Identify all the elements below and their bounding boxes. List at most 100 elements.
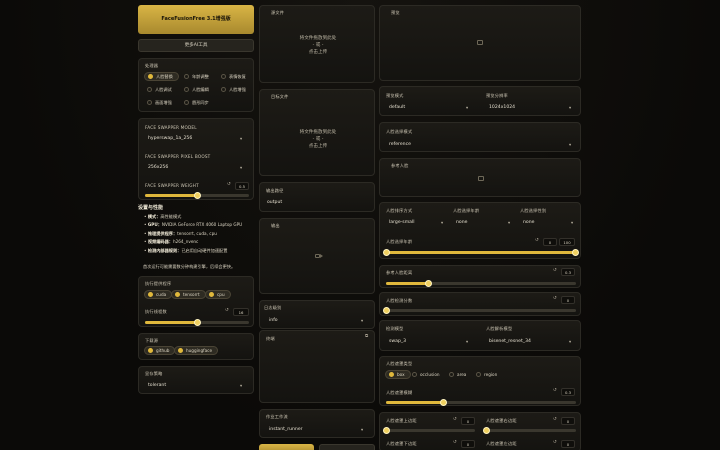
reset-icon[interactable]: ↺ [453, 440, 457, 445]
checkbox-label: 人脸替换 [156, 73, 173, 79]
swapper-weight-slider[interactable] [145, 192, 249, 199]
reset-icon[interactable]: ↺ [227, 182, 231, 187]
chevron-down-icon[interactable]: ▾ [569, 339, 571, 344]
chevron-down-icon[interactable]: ▾ [508, 220, 510, 225]
checkbox-人脸编辑[interactable]: 人脸编辑 [181, 85, 214, 94]
reset-icon[interactable]: ↺ [553, 417, 557, 422]
padding-bottom-input[interactable]: 0 [461, 440, 475, 448]
settings-key: 视频编码器： [147, 239, 173, 245]
parser-model-select[interactable]: bisenet_resnet_34 [489, 339, 531, 344]
checkbox-tensorrt[interactable]: tensorrt [171, 290, 206, 299]
image-icon [478, 176, 484, 181]
target-dropzone[interactable]: 将文件拖放到此处 - 或 - 点击上传 [260, 129, 376, 150]
swapper-weight-input[interactable]: 0.5 [235, 182, 249, 190]
mask-blur-slider[interactable] [386, 399, 576, 406]
padding-right-slider[interactable] [483, 427, 576, 434]
chevron-down-icon[interactable]: ▾ [441, 220, 443, 225]
checkbox-人脸增强[interactable]: 人脸增强 [218, 85, 251, 94]
checkbox-label: area [457, 372, 467, 377]
reset-icon[interactable]: ↺ [535, 238, 539, 243]
preview-mode-select[interactable]: default [389, 105, 405, 110]
swapper-boost-select[interactable]: 256x256 [148, 165, 168, 170]
chevron-down-icon[interactable]: ▾ [466, 339, 468, 344]
chevron-down-icon[interactable]: ▾ [240, 383, 242, 388]
source-upload[interactable]: 源文件 将文件拖放到此处 - 或 - 点击上传 [259, 5, 375, 83]
ref-distance-slider[interactable] [386, 280, 576, 287]
ref-distance-input[interactable]: 0.3 [561, 268, 575, 276]
clear-button[interactable] [319, 444, 375, 450]
selector-mode-select[interactable]: reference [389, 142, 411, 147]
target-upload[interactable]: 目标文件 将文件拖放到此处 - 或 - 点击上传 [259, 89, 375, 176]
checkbox-huggingface[interactable]: huggingface [174, 346, 219, 355]
chevron-down-icon[interactable]: ▾ [571, 220, 573, 225]
reset-icon[interactable]: ↺ [553, 296, 557, 301]
detector-score-slider[interactable] [383, 307, 576, 314]
target-click-text[interactable]: 点击上传 [260, 143, 376, 150]
sort-order-select[interactable]: large-small [389, 220, 415, 225]
checkbox-box[interactable]: box [385, 370, 411, 379]
age-min-input[interactable]: 0 [543, 238, 557, 246]
log-level-select[interactable]: info [269, 318, 278, 323]
checkbox-cpu[interactable]: cpu [205, 290, 231, 299]
settings-key: 推理提供程序： [147, 230, 178, 236]
source-dropzone[interactable]: 将文件拖放到此处 - 或 - 点击上传 [260, 35, 376, 56]
checkbox-年龄调整[interactable]: 年龄调整 [181, 72, 214, 81]
checkbox-label: region [484, 372, 498, 377]
checkbox-表情恢复[interactable]: 表情恢复 [218, 72, 251, 81]
padding-right-input[interactable]: 0 [561, 417, 575, 425]
reset-icon[interactable]: ↺ [553, 440, 557, 445]
checkbox-area[interactable]: area [446, 370, 471, 379]
ref-distance-label: 参考人脸距离 [386, 270, 413, 275]
video-icon-lens [320, 254, 323, 258]
chevron-down-icon[interactable]: ▾ [569, 142, 571, 147]
providers-panel: 执行提供程序 cuda tensorrt cpu 执行线程数 ↺ 16 [138, 276, 254, 327]
reset-icon[interactable]: ↺ [225, 308, 229, 313]
chevron-down-icon[interactable]: ▾ [569, 105, 571, 110]
more-ai-tools-button[interactable]: 更多AI工具 [138, 39, 254, 52]
select-age-select[interactable]: none [456, 220, 467, 225]
padding-left-input[interactable]: 0 [561, 440, 575, 448]
checkbox-唇形同步[interactable]: 唇形同步 [181, 98, 214, 107]
copy-icon[interactable]: ⧉ [365, 333, 368, 339]
sort-order-label: 人脸排序方式 [386, 208, 413, 213]
detector-score-input[interactable]: 0 [561, 296, 575, 304]
threads-slider[interactable] [145, 319, 249, 326]
reset-icon[interactable]: ↺ [453, 417, 457, 422]
select-gender-select[interactable]: none [523, 220, 534, 225]
chevron-down-icon[interactable]: ▾ [361, 318, 363, 323]
checkbox-画面增强[interactable]: 画面增强 [144, 98, 177, 107]
reset-icon[interactable]: ↺ [553, 388, 557, 393]
checkbox-indicator [148, 292, 153, 297]
start-button[interactable] [259, 444, 314, 450]
checkbox-indicator [389, 372, 394, 377]
padding-top-input[interactable]: 0 [461, 417, 475, 425]
checkbox-cuda[interactable]: cuda [144, 290, 173, 299]
threads-input[interactable]: 16 [233, 308, 249, 316]
mask-blur-input[interactable]: 0.3 [561, 388, 575, 396]
swapper-weight-label: FACE SWAPPER WEIGHT [145, 183, 199, 188]
terminal-label: 终端 [266, 336, 275, 341]
age-range-slider[interactable] [383, 249, 579, 256]
checkbox-人脸替换[interactable]: 人脸替换 [144, 72, 179, 81]
providers-label: 执行提供程序 [145, 281, 172, 286]
memory-select[interactable]: tolerant [148, 383, 166, 388]
chevron-down-icon[interactable]: ▾ [466, 105, 468, 110]
checkbox-github[interactable]: github [144, 346, 176, 355]
chevron-down-icon[interactable]: ▾ [361, 427, 363, 432]
job-select[interactable]: instant_runner [269, 427, 303, 432]
output-path-input[interactable]: output [267, 200, 282, 205]
chevron-down-icon[interactable]: ▾ [240, 165, 242, 170]
checkbox-人脸调试[interactable]: 人脸调试 [144, 85, 177, 94]
padding-top-slider[interactable] [383, 427, 475, 434]
app-title-button[interactable]: FaceFusionFree 3.1增强版 [138, 5, 254, 34]
swapper-model-select[interactable]: hyperswap_1a_256 [148, 136, 192, 141]
source-click-text[interactable]: 点击上传 [260, 49, 376, 56]
checkbox-region[interactable]: region [473, 370, 502, 379]
reset-icon[interactable]: ↺ [553, 268, 557, 273]
select-gender-label: 人脸选择性别 [520, 208, 547, 213]
chevron-down-icon[interactable]: ▾ [240, 136, 242, 141]
checkbox-occlusion[interactable]: occlusion [409, 370, 445, 379]
age-max-input[interactable]: 100 [559, 238, 575, 246]
detector-model-select[interactable]: swap_3 [389, 339, 406, 344]
preview-res-select[interactable]: 1024x1024 [489, 105, 515, 110]
